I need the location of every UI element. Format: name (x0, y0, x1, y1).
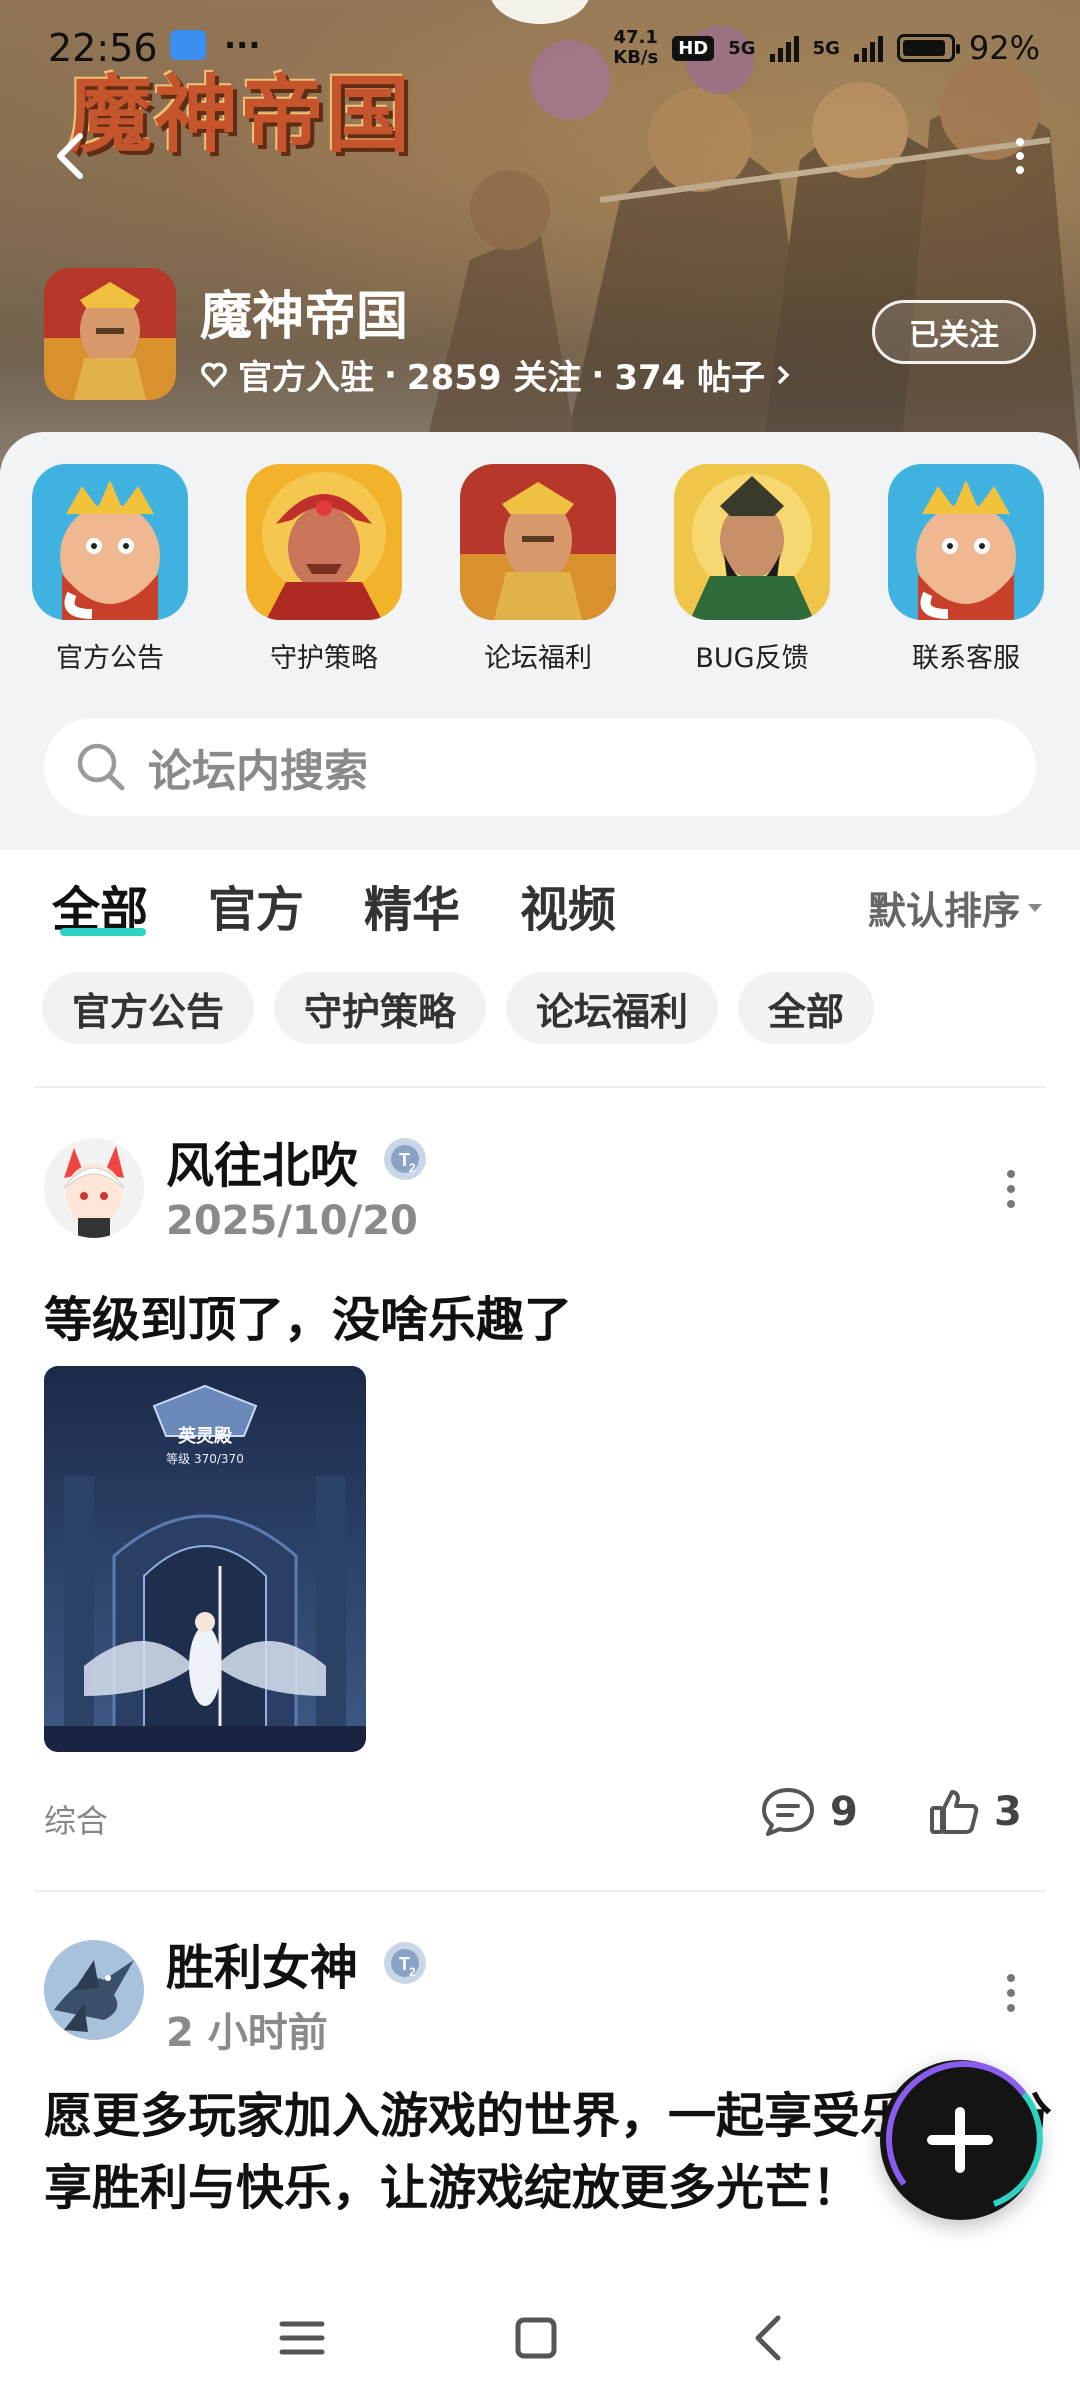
shortcut-label: 联系客服 (912, 643, 1020, 674)
plus-icon (927, 2107, 993, 2173)
post-more-icon[interactable] (1004, 1168, 1018, 1210)
general-avatar-icon (674, 464, 830, 620)
active-tab-indicator (60, 928, 146, 936)
post-author[interactable]: 胜利女神 (166, 1928, 358, 1998)
post-author[interactable]: 风往北吹 (166, 1126, 358, 1196)
more-vertical-icon[interactable] (1000, 136, 1040, 176)
comment-count[interactable]: 9 (760, 1786, 858, 1838)
system-navigation-bar (0, 2270, 1080, 2400)
message-notification-icon (170, 30, 206, 60)
level-badge-icon: T 2 (384, 1138, 426, 1180)
more-notifications-icon: ··· (224, 26, 261, 64)
shortcut-label: BUG反馈 (695, 643, 809, 674)
tab-video[interactable]: 视频 (520, 870, 616, 940)
shortcut-guard-strategy[interactable]: 守护策略 (244, 464, 404, 675)
post-title[interactable]: 等级到顶了，没啥乐趣了 (44, 1280, 572, 1350)
network-speed: 47.1 KB/s (613, 27, 659, 68)
chip-official-notice[interactable]: 官方公告 (42, 972, 255, 1044)
menu-icon[interactable] (272, 2310, 332, 2366)
shortcut-label: 官方公告 (56, 643, 164, 674)
caret-down-icon (1028, 903, 1042, 912)
forum-name: 魔神帝国 (200, 287, 409, 347)
tab-all[interactable]: 全部 (52, 870, 148, 940)
thumbs-up-icon (930, 1790, 979, 1834)
warrior-avatar-icon (246, 464, 402, 620)
status-bar: 22:56 ··· 47.1 KB/s HD 5G 5G 92% (0, 0, 1080, 96)
svg-text:2: 2 (409, 1965, 416, 1979)
followers-count: 2859 关注 (406, 358, 582, 398)
chip-guard-strategy[interactable]: 守护策略 (274, 972, 487, 1044)
chip-forum-welfare[interactable]: 论坛福利 (506, 972, 719, 1044)
category-chips: 官方公告 守护策略 论坛福利 全部 (42, 972, 875, 1044)
king-avatar-icon (32, 464, 188, 620)
forum-game-icon (44, 268, 176, 400)
like-count[interactable]: 3 (928, 1786, 1022, 1838)
hd-voice-icon: HD (672, 35, 715, 61)
home-square-icon[interactable] (506, 2310, 566, 2366)
avatar[interactable] (44, 1940, 144, 2040)
back-triangle-icon[interactable] (740, 2310, 800, 2366)
image-caption-title: 英灵殿 (178, 1426, 232, 1447)
forum-search-input[interactable]: 论坛内搜索 (44, 718, 1036, 816)
battery-icon (896, 34, 960, 62)
post-time: 2025/10/20 (166, 1198, 418, 1244)
chip-all[interactable]: 全部 (738, 972, 875, 1044)
shortcut-official-notice[interactable]: 官方公告 (30, 464, 190, 675)
post-image[interactable]: 英灵殿 等级 370/370 (44, 1366, 366, 1752)
avatar[interactable] (44, 1138, 144, 1238)
tab-official[interactable]: 官方 (208, 870, 304, 940)
search-placeholder: 论坛内搜索 (148, 746, 368, 797)
post-more-icon[interactable] (1004, 1972, 1018, 2014)
search-icon (77, 743, 125, 791)
network-type-1: 5G (728, 37, 756, 59)
post-filter-tabs: 全部 官方 精华 视频 (52, 870, 616, 940)
forum-header-banner: 魔神帝国 22:56 ··· 47.1 KB/s HD 5G 5G 92% 魔神… (0, 0, 1080, 470)
post-time: 2 小时前 (166, 2010, 328, 2056)
tab-featured[interactable]: 精华 (364, 870, 460, 940)
shortcut-forum-welfare[interactable]: 论坛福利 (458, 464, 618, 675)
shortcut-contact-service[interactable]: 联系客服 (886, 464, 1046, 675)
shortcut-label: 守护策略 (270, 643, 378, 674)
divider (34, 1086, 1046, 1088)
divider (34, 1890, 1046, 1892)
shortcut-label: 论坛福利 (484, 643, 592, 674)
shortcut-bug-feedback[interactable]: BUG反馈 (672, 464, 832, 675)
follow-button[interactable]: 已关注 (872, 300, 1036, 364)
battery-percent: 92% (968, 29, 1040, 67)
signal-strength-1-icon (769, 34, 799, 62)
forum-stats[interactable]: 官方入驻 · 2859 关注 · 374 帖子 (200, 350, 793, 399)
network-type-2: 5G (812, 37, 840, 59)
king-avatar-icon (888, 464, 1044, 620)
post-category: 综合 (44, 1802, 109, 1840)
sort-dropdown[interactable]: 默认排序 (868, 880, 1044, 935)
signal-strength-2-icon (853, 34, 883, 62)
official-label: 官方入驻 (238, 358, 374, 398)
create-post-button[interactable] (880, 2060, 1043, 2220)
image-caption-level: 等级 370/370 (166, 1452, 244, 1466)
posts-count: 374 帖子 (614, 358, 766, 398)
chevron-right-icon (777, 365, 790, 384)
hero-avatar-icon (460, 464, 616, 620)
svg-text:2: 2 (409, 1161, 416, 1175)
shortcut-panel: 官方公告 守护策略 论坛福利 BUG反馈 联系客服 论坛内搜索 (0, 432, 1080, 850)
comment-icon (762, 1788, 814, 1836)
back-chevron-icon[interactable] (44, 128, 100, 184)
status-time: 22:56 (48, 26, 158, 70)
official-heart-icon (201, 362, 227, 388)
level-badge-icon: T 2 (384, 1942, 426, 1984)
